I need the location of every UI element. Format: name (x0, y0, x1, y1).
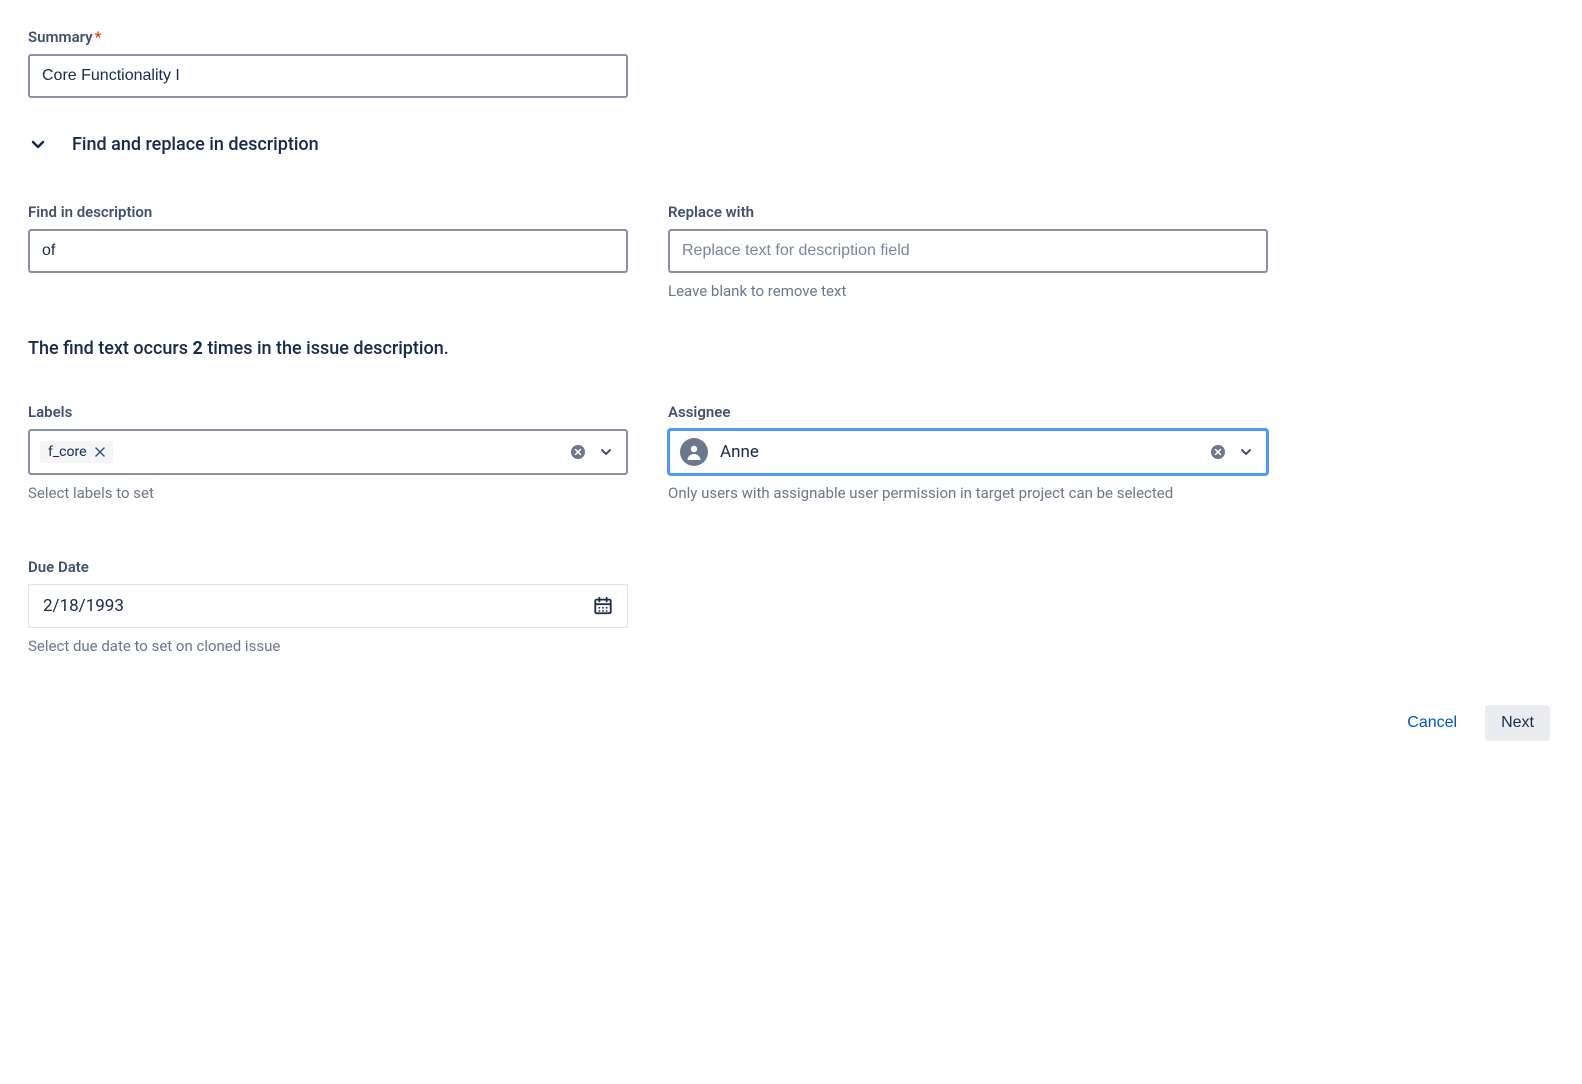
label-chip: f_core (40, 441, 113, 463)
occurrence-count: 2 (193, 338, 203, 359)
calendar-icon[interactable] (593, 596, 613, 616)
summary-label-text: Summary (28, 28, 93, 46)
find-replace-collapse[interactable]: Find and replace in description (28, 134, 1554, 155)
labels-clear-icon[interactable] (568, 442, 588, 462)
replace-hint: Leave blank to remove text (668, 281, 1268, 302)
find-input[interactable] (28, 229, 628, 273)
assignee-value: Anne (720, 442, 759, 462)
due-date-input[interactable]: 2/18/1993 (28, 584, 628, 628)
occurrence-text: The find text occurs 2 times in the issu… (28, 338, 1554, 359)
find-replace-collapse-label: Find and replace in description (72, 134, 319, 155)
occurrence-prefix: The find text occurs (28, 338, 193, 359)
labels-dropdown-icon[interactable] (596, 442, 616, 462)
assignee-label: Assignee (668, 403, 1268, 421)
replace-input[interactable] (668, 229, 1268, 273)
label-chip-text: f_core (48, 444, 87, 460)
avatar-icon (680, 438, 708, 466)
next-button[interactable]: Next (1485, 705, 1550, 741)
due-date-hint: Select due date to set on cloned issue (28, 636, 628, 657)
chevron-down-icon (28, 135, 48, 155)
labels-hint: Select labels to set (28, 483, 628, 504)
label-chip-remove-icon[interactable] (95, 447, 105, 457)
assignee-dropdown-icon[interactable] (1236, 442, 1256, 462)
summary-label: Summary* (28, 28, 1554, 46)
required-indicator: * (95, 28, 102, 46)
find-label: Find in description (28, 203, 628, 221)
summary-input[interactable] (28, 54, 628, 98)
cancel-button[interactable]: Cancel (1407, 714, 1457, 732)
due-date-value: 2/18/1993 (43, 596, 585, 616)
assignee-select[interactable]: Anne (668, 429, 1268, 475)
labels-label: Labels (28, 403, 628, 421)
replace-label: Replace with (668, 203, 1268, 221)
due-date-label: Due Date (28, 558, 628, 576)
assignee-hint: Only users with assignable user permissi… (668, 483, 1268, 504)
occurrence-suffix: times in the issue description. (203, 338, 449, 359)
assignee-clear-icon[interactable] (1208, 442, 1228, 462)
labels-select[interactable]: f_core (28, 429, 628, 475)
